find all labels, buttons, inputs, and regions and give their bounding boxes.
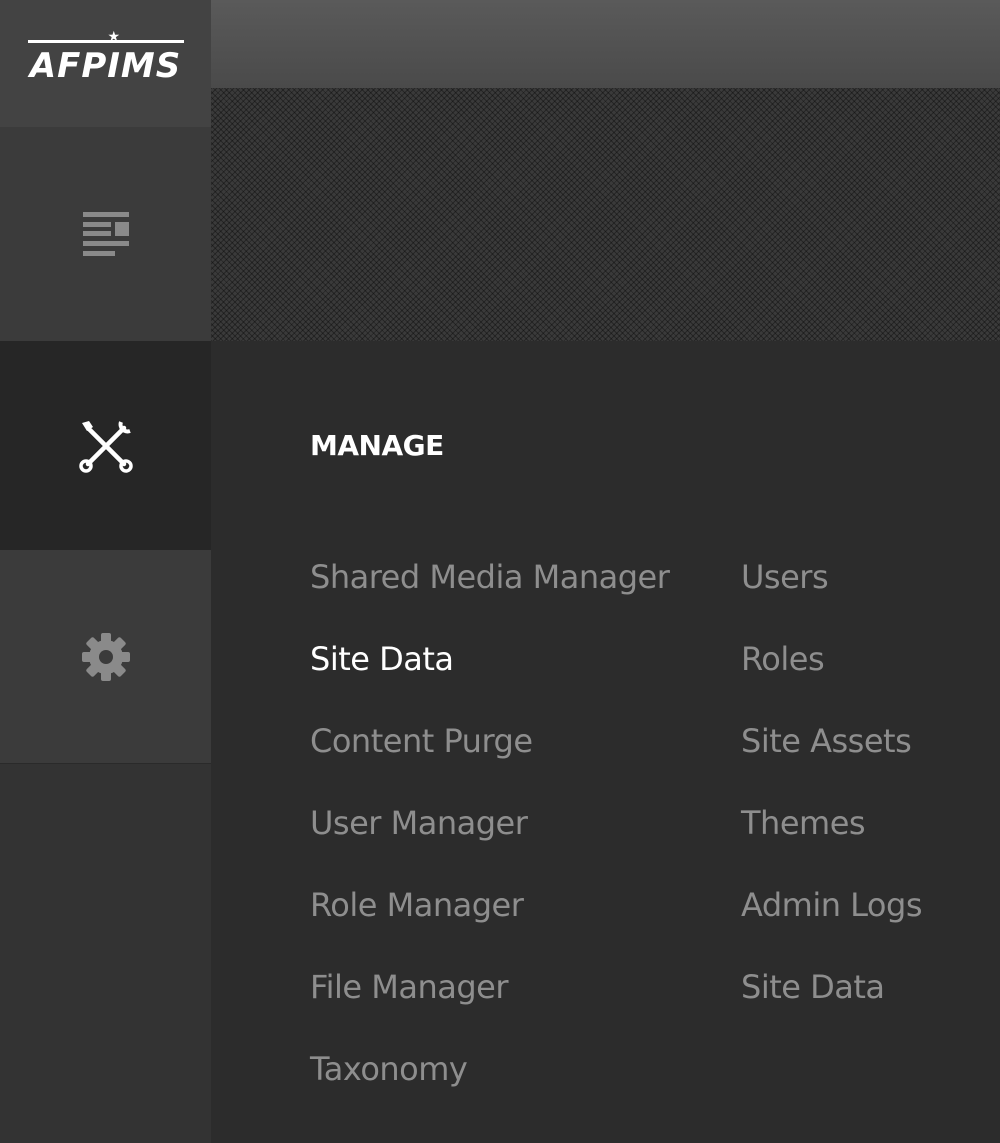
logo-star-icon: ★: [107, 28, 121, 45]
logo-text: AFPIMS: [29, 45, 182, 86]
header-pattern-banner: [211, 88, 1000, 341]
logo-mark: ★ AFPIMS: [26, 30, 186, 92]
header-bar: [211, 0, 1000, 88]
menu-link-taxonomy[interactable]: Taxonomy: [310, 1047, 669, 1129]
menu-link-admin-logs[interactable]: Admin Logs: [741, 883, 922, 965]
sidebar-item-content[interactable]: [0, 127, 211, 341]
menu-link-user-manager[interactable]: User Manager: [310, 801, 669, 883]
sidebar-item-settings[interactable]: [0, 550, 211, 764]
sidebar: ★ AFPIMS: [0, 0, 211, 1143]
menu-link-file-manager[interactable]: File Manager: [310, 965, 669, 1047]
menu-link-role-manager[interactable]: Role Manager: [310, 883, 669, 965]
menu-link-themes[interactable]: Themes: [741, 801, 922, 883]
logo-top-bar: [27, 39, 184, 43]
menu-link-site-data-2[interactable]: Site Data: [741, 965, 922, 1047]
content-list-icon: [82, 212, 129, 256]
app-root: ★ AFPIMS MANAGE Shared Media Manager Sit…: [0, 0, 1000, 1143]
gear-icon: [81, 632, 130, 681]
manage-menu-panel: MANAGE Shared Media Manager Site Data Co…: [211, 341, 1000, 1143]
wrench-screwdriver-icon: [78, 420, 133, 473]
menu-link-roles[interactable]: Roles: [741, 637, 922, 719]
menu-link-site-data[interactable]: Site Data: [310, 637, 669, 719]
menu-right-column: Users Roles Site Assets Themes Admin Log…: [741, 555, 922, 1047]
afpims-logo[interactable]: ★ AFPIMS: [0, 0, 211, 127]
menu-link-site-assets[interactable]: Site Assets: [741, 719, 922, 801]
menu-title: MANAGE: [310, 429, 444, 462]
menu-left-column: Shared Media Manager Site Data Content P…: [310, 555, 670, 1129]
sidebar-item-manage[interactable]: [0, 341, 211, 550]
menu-link-shared-media-manager[interactable]: Shared Media Manager: [310, 555, 670, 637]
menu-link-content-purge[interactable]: Content Purge: [310, 719, 669, 801]
menu-link-users[interactable]: Users: [741, 555, 922, 637]
